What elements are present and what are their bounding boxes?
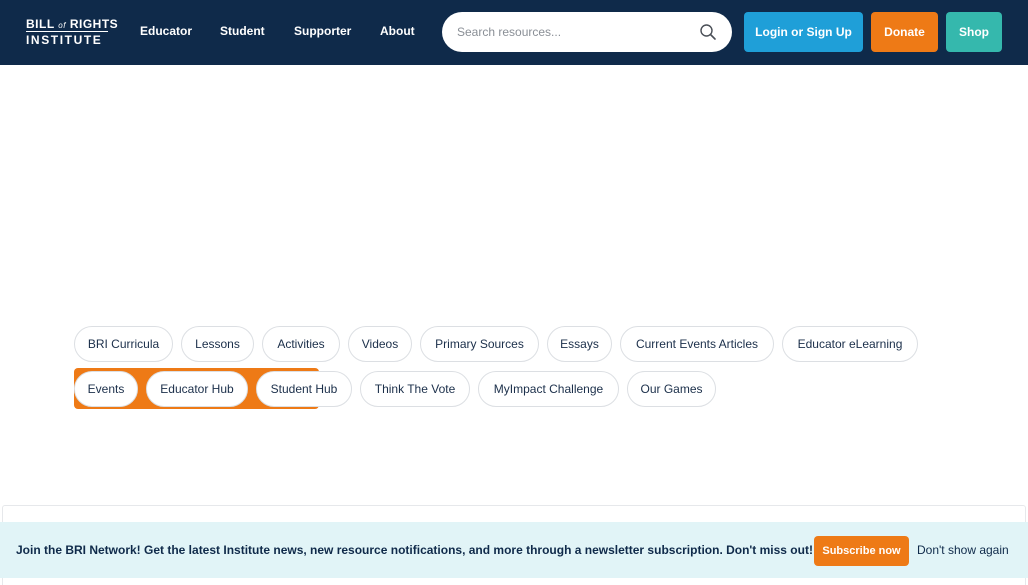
bill-of-rights-institute-logo[interactable]: BILL of RIGHTS INSTITUTE: [26, 17, 118, 47]
logo-word-bill: BILL: [26, 17, 55, 31]
pill-essays[interactable]: Essays: [547, 326, 612, 362]
search-input[interactable]: [457, 23, 682, 41]
search-icon[interactable]: [699, 23, 717, 41]
pill-myimpact-challenge[interactable]: MyImpact Challenge: [478, 371, 619, 407]
nav-student[interactable]: Student: [220, 24, 265, 38]
pill-lessons[interactable]: Lessons: [181, 326, 254, 362]
pill-student-hub[interactable]: Student Hub: [256, 371, 352, 407]
pill-bri-curricula[interactable]: BRI Curricula: [74, 326, 173, 362]
logo-word-of: of: [58, 21, 66, 30]
nav-educator[interactable]: Educator: [140, 24, 192, 38]
search-bar: [442, 12, 732, 52]
login-signup-button[interactable]: Login or Sign Up: [744, 12, 863, 52]
pill-educator-elearning[interactable]: Educator eLearning: [782, 326, 918, 362]
pill-our-games[interactable]: Our Games: [627, 371, 716, 407]
pill-videos[interactable]: Videos: [348, 326, 412, 362]
pill-events[interactable]: Events: [74, 371, 138, 407]
logo-line-1: BILL of RIGHTS: [26, 17, 118, 31]
logo-word-rights: RIGHTS: [69, 17, 119, 31]
newsletter-banner: Join the BRI Network! Get the latest Ins…: [0, 522, 1028, 578]
nav-supporter[interactable]: Supporter: [294, 24, 351, 38]
site-header: BILL of RIGHTS INSTITUTE Educator Studen…: [0, 0, 1028, 65]
pill-think-the-vote[interactable]: Think The Vote: [360, 371, 470, 407]
logo-divider: [26, 31, 108, 32]
nav-about[interactable]: About: [380, 24, 415, 38]
shop-button[interactable]: Shop: [946, 12, 1002, 52]
dont-show-again-link[interactable]: Don't show again: [917, 543, 1009, 557]
pill-activities[interactable]: Activities: [262, 326, 340, 362]
pill-educator-hub[interactable]: Educator Hub: [146, 371, 248, 407]
donate-button[interactable]: Donate: [871, 12, 938, 52]
pill-current-events-articles[interactable]: Current Events Articles: [620, 326, 774, 362]
newsletter-message: Join the BRI Network! Get the latest Ins…: [16, 543, 813, 557]
pill-primary-sources[interactable]: Primary Sources: [420, 326, 539, 362]
subscribe-button[interactable]: Subscribe now: [814, 536, 909, 566]
logo-line-2: INSTITUTE: [26, 33, 103, 47]
